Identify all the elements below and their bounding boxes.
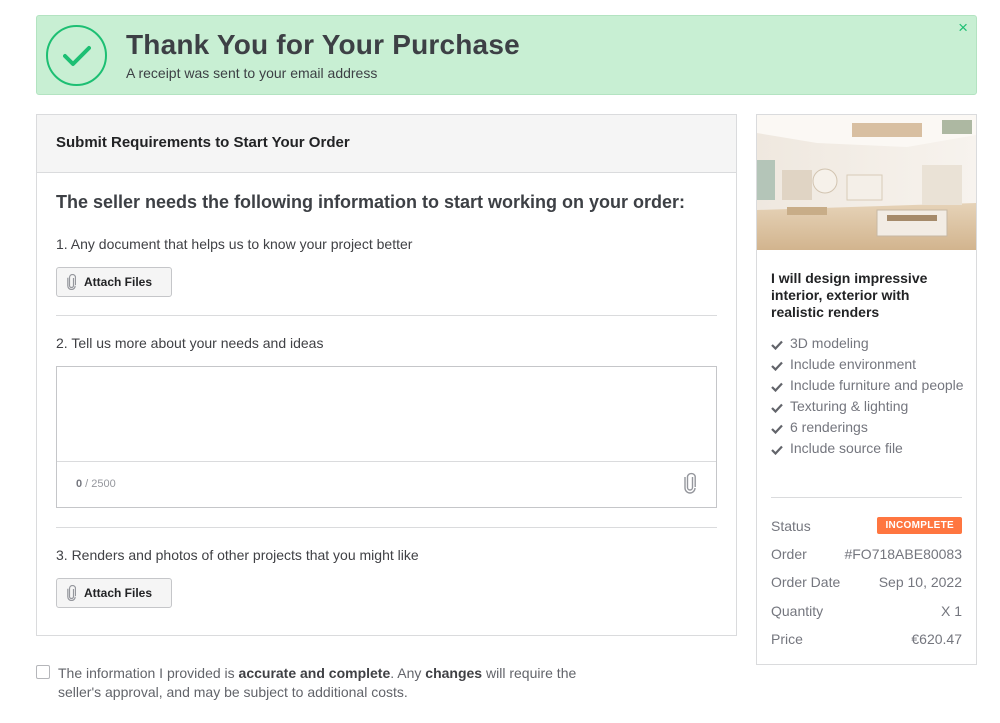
close-icon[interactable]: ×	[958, 18, 968, 38]
order-date-label: Order Date	[771, 574, 841, 590]
banner-subtitle: A receipt was sent to your email address	[126, 65, 378, 81]
check-icon	[771, 442, 783, 459]
price-row: Price €620.47	[771, 631, 962, 647]
requirements-card: Submit Requirements to Start Your Order …	[36, 114, 737, 636]
feature-item: Texturing & lighting	[771, 398, 966, 415]
attach-files-button-1[interactable]: Attach Files	[56, 267, 172, 297]
check-icon	[771, 379, 783, 396]
divider	[56, 527, 717, 528]
requirements-intro: The seller needs the following informati…	[56, 192, 686, 212]
divider	[771, 497, 962, 498]
check-icon	[771, 358, 783, 375]
check-icon	[771, 337, 783, 354]
character-counter: 0 / 2500	[76, 478, 116, 490]
feature-list: 3D modeling Include environment Include …	[771, 335, 966, 461]
order-number: #FO718ABE80083	[844, 546, 962, 562]
purchase-success-banner: Thank You for Your Purchase A receipt wa…	[36, 15, 977, 95]
feature-item: Include environment	[771, 356, 966, 373]
quantity-value: X 1	[940, 603, 962, 619]
attach-files-label: Attach Files	[84, 275, 153, 289]
price-label: Price	[771, 631, 803, 647]
question-1: 1. Any document that helps us to know yo…	[56, 236, 413, 252]
status-row: Status INCOMPLETE	[771, 517, 962, 534]
check-icon	[771, 421, 783, 438]
feature-item: Include source file	[771, 440, 966, 457]
order-label: Order	[771, 546, 807, 562]
order-number-row: Order #FO718ABE80083	[771, 546, 962, 562]
textarea-footer: 0 / 2500	[57, 461, 716, 508]
divider	[56, 315, 717, 316]
attach-files-label: Attach Files	[84, 586, 153, 600]
gig-title[interactable]: I will design impressive interior, exter…	[771, 270, 961, 321]
feature-item: Include furniture and people	[771, 377, 966, 394]
paperclip-icon	[67, 585, 76, 601]
banner-title: Thank You for Your Purchase	[126, 29, 520, 60]
status-label: Status	[771, 517, 811, 534]
status-badge: INCOMPLETE	[877, 517, 962, 534]
order-date: Sep 10, 2022	[878, 574, 962, 590]
needs-textarea[interactable]	[57, 367, 716, 461]
quantity-label: Quantity	[771, 603, 824, 619]
consent-text: The information I provided is accurate a…	[58, 665, 577, 700]
requirements-header: Submit Requirements to Start Your Order	[37, 115, 736, 173]
check-circle-icon	[46, 25, 107, 86]
consent-checkbox[interactable]	[36, 665, 50, 679]
question-3: 3. Renders and photos of other projects …	[56, 547, 419, 563]
order-date-row: Order Date Sep 10, 2022	[771, 574, 962, 590]
check-icon	[771, 400, 783, 417]
needs-textarea-container: 0 / 2500	[56, 366, 717, 508]
quantity-row: Quantity X 1	[771, 603, 962, 619]
paperclip-icon[interactable]	[684, 472, 696, 499]
price-value: €620.47	[911, 631, 962, 647]
question-2: 2. Tell us more about your needs and ide…	[56, 335, 324, 351]
paperclip-icon	[67, 274, 76, 290]
gig-thumbnail	[757, 115, 976, 250]
attach-files-button-2[interactable]: Attach Files	[56, 578, 172, 608]
feature-item: 3D modeling	[771, 335, 966, 352]
feature-item: 6 renderings	[771, 419, 966, 436]
order-summary-card: I will design impressive interior, exter…	[756, 114, 977, 665]
